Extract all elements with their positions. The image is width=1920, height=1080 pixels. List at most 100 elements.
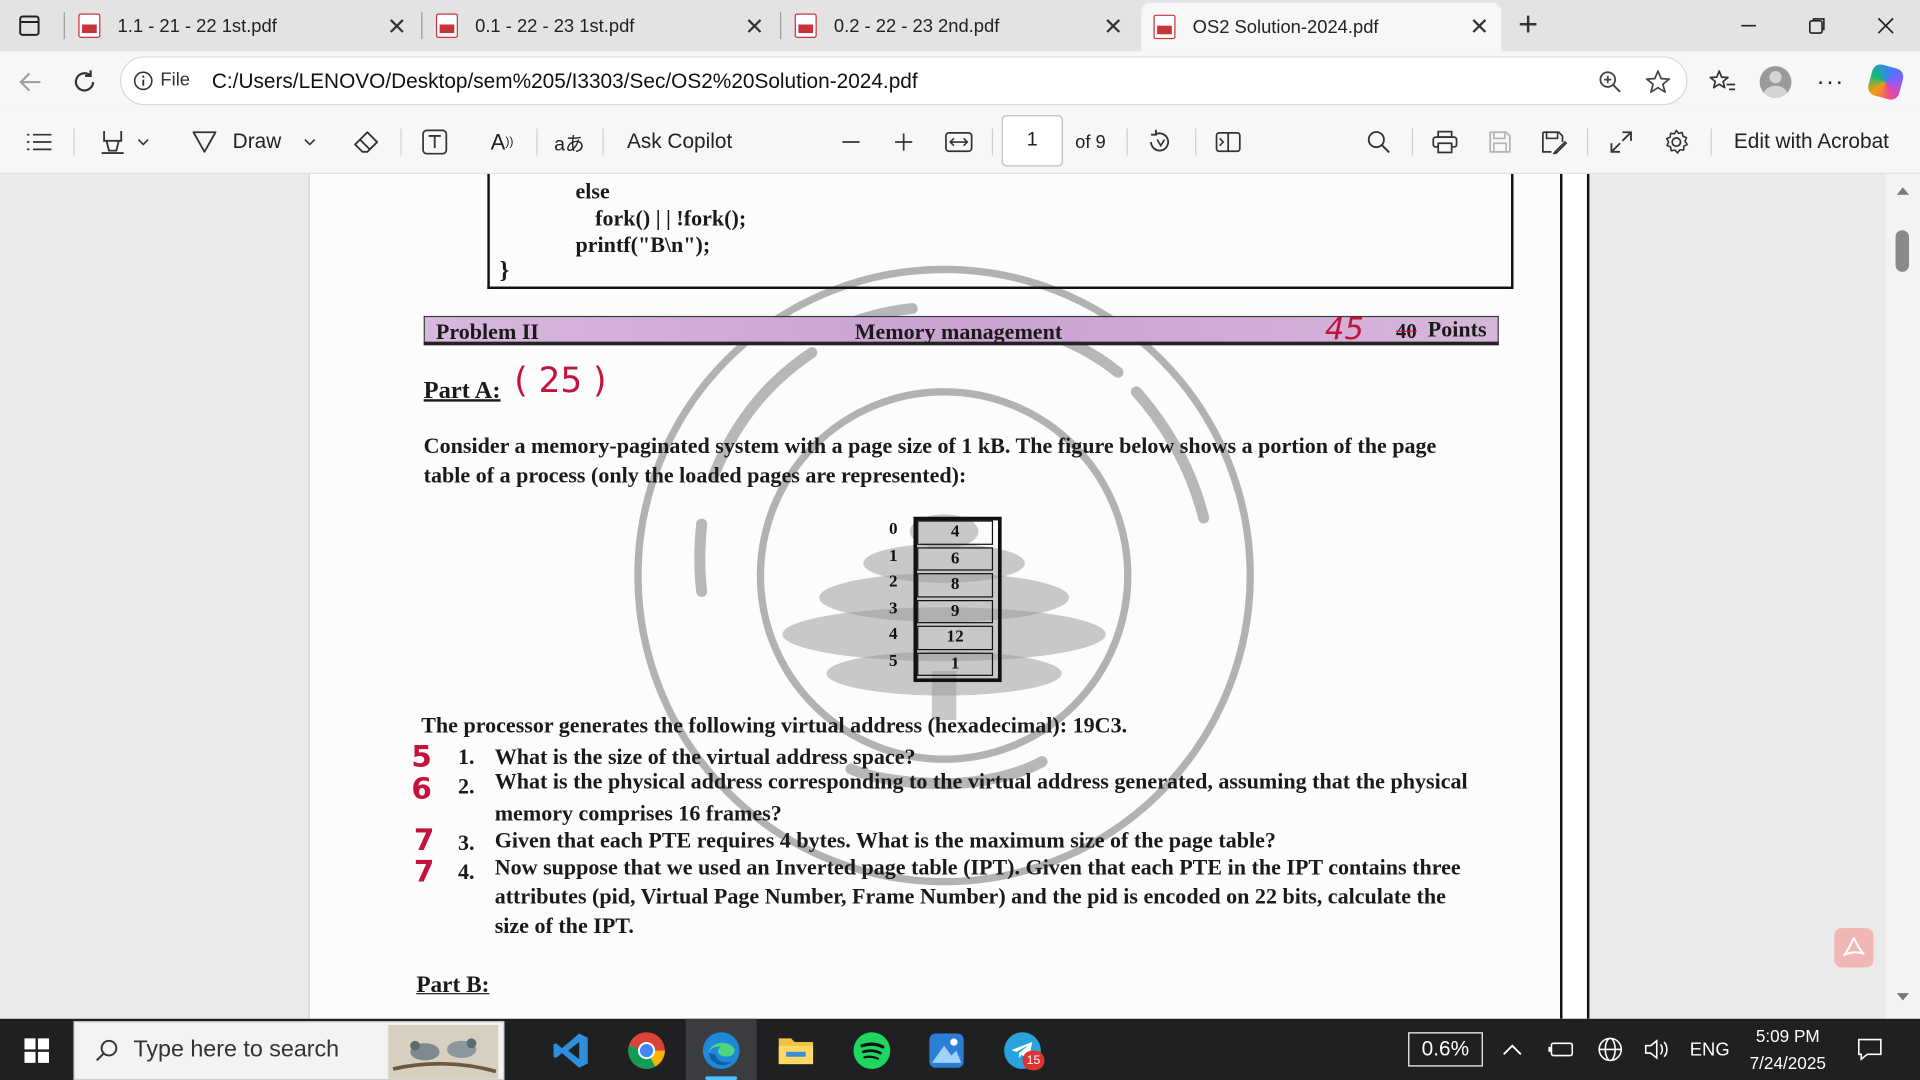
frame-cell: 12 [917,625,994,650]
full-screen-icon[interactable] [1605,125,1637,159]
toolbar-divider [1126,128,1128,156]
pdf-file-icon [794,13,817,38]
pdf-viewer[interactable]: else fork() | | !fork(); printf("B\n"); … [0,173,1920,1019]
address-bar[interactable]: File C:/Users/LENOVO/Desktop/sem%205/I33… [120,56,1688,106]
favorite-star-icon[interactable] [1645,69,1672,96]
scroll-down-arrow-icon[interactable] [1896,992,1911,1002]
pdf-file-icon [78,13,101,38]
question-text: What is the physical address correspondi… [494,768,1468,794]
vscode-icon[interactable] [549,1029,593,1073]
avatar [1759,66,1792,98]
network-globe-icon[interactable] [1597,1019,1624,1080]
url-text[interactable]: C:/Users/LENOVO/Desktop/sem%205/I3303/Se… [212,70,918,94]
edge-icon[interactable] [699,1029,743,1073]
tab-active[interactable]: OS2 Solution-2024.pdf ✕ [1141,2,1502,52]
battery-icon[interactable] [1548,1019,1575,1080]
page-view-icon[interactable] [1212,125,1244,159]
find-icon[interactable] [1363,125,1395,159]
notifications-icon[interactable] [1856,1019,1883,1080]
points-label: Points [1427,317,1487,342]
close-window-button[interactable] [1851,0,1920,51]
page-number-input[interactable]: 1 [1001,115,1063,167]
read-aloud-icon[interactable]: A)) [487,125,516,159]
frame-cell: 6 [917,546,994,571]
favorites-icon[interactable] [1705,64,1742,101]
more-options-icon[interactable]: ··· [1812,64,1849,101]
copilot-icon[interactable] [1866,62,1906,102]
highlight-button[interactable] [91,125,160,159]
restore-button[interactable] [1783,0,1852,51]
processor-text: The processor generates the following vi… [421,712,1073,738]
site-info[interactable]: File [133,70,190,91]
language-indicator[interactable]: ENG [1690,1019,1730,1080]
edit-with-acrobat-button[interactable]: Edit with Acrobat [1734,125,1889,159]
handwritten-q1-score: 5 [411,739,432,774]
text-box-icon[interactable] [419,125,451,159]
scrollbar-thumb[interactable] [1895,230,1909,272]
tab-3[interactable]: 0.2 - 22 - 23 2nd.pdf ✕ [780,0,1135,51]
taskbar-search-box[interactable]: Type here to search [73,1021,505,1080]
minimize-button[interactable] [1714,0,1783,51]
close-tab-icon[interactable]: ✕ [1103,13,1122,41]
draw-button[interactable]: Draw [191,125,326,159]
new-tab-button[interactable]: + [1513,5,1542,44]
clock[interactable]: 5:09 PM 7/24/2025 [1744,1019,1832,1080]
scheme-label: File [160,69,191,91]
chevron-down-icon [303,139,315,146]
close-tab-icon[interactable]: ✕ [387,13,406,41]
translate-icon[interactable]: aあ [553,125,585,159]
vertical-scrollbar[interactable] [1885,173,1920,1019]
page-index: 5 [888,652,898,671]
tab-2[interactable]: 0.1 - 22 - 23 1st.pdf ✕ [421,0,777,51]
draw-icon [192,131,217,153]
rotate-icon[interactable] [1144,125,1176,159]
close-tab-icon[interactable]: ✕ [1469,13,1488,41]
close-tab-icon[interactable]: ✕ [745,13,764,41]
ask-copilot-button[interactable]: Ask Copilot [627,125,732,159]
show-hidden-icons-chevron-icon[interactable] [1501,1019,1523,1080]
tab-actions-icon[interactable] [10,10,49,42]
info-icon [133,70,153,90]
toolbar-divider [991,128,994,156]
print-icon[interactable] [1429,125,1461,159]
photos-icon[interactable] [924,1029,968,1073]
back-button[interactable] [12,64,49,101]
fit-to-width-icon[interactable] [943,125,975,159]
zoom-out-icon[interactable] [838,125,865,159]
settings-gear-icon[interactable] [1660,125,1692,159]
highlighter-icon [101,131,124,154]
contents-list-icon[interactable] [24,125,53,159]
frame-cell: 4 [917,520,994,545]
processor-line: The processor generates the following vi… [421,713,1127,739]
file-explorer-icon[interactable] [774,1029,818,1073]
scroll-up-arrow-icon[interactable] [1896,186,1911,196]
search-highlight-birds-image [388,1024,499,1079]
eraser-icon[interactable] [350,125,382,159]
tab-title: 0.2 - 22 - 23 2nd.pdf [833,15,1000,37]
refresh-button[interactable] [66,64,103,101]
zoom-in-icon[interactable] [890,125,917,159]
tab-separator [780,12,782,40]
acrobat-icon[interactable] [1834,928,1874,968]
chrome-icon[interactable] [624,1029,668,1073]
tab-1[interactable]: 1.1 - 21 - 22 1st.pdf ✕ [63,0,419,51]
save-icon[interactable] [1484,125,1516,159]
page-index: 4 [888,625,898,645]
code-line: printf("B\n"); [575,232,711,258]
question-number: 4. [457,859,475,885]
profile-avatar[interactable] [1757,64,1794,101]
pdf-file-icon [1153,14,1176,40]
search-placeholder: Type here to search [133,1037,340,1063]
tab-title: OS2 Solution-2024.pdf [1192,16,1379,38]
volume-icon[interactable] [1643,1019,1672,1080]
question-text: Given that each PTE requires 4 bytes. Wh… [494,827,1276,853]
frame-cell: 1 [917,652,994,676]
zoom-icon[interactable] [1597,69,1624,96]
save-as-icon[interactable] [1538,125,1570,159]
telegram-icon[interactable]: 15 [1000,1029,1045,1073]
windows-start-icon[interactable] [15,1029,59,1073]
part-a-heading: Part A: [423,377,501,405]
toolbar-divider [1411,128,1414,156]
cpu-widget[interactable]: 0.6% [1408,1019,1483,1080]
spotify-icon[interactable] [850,1029,894,1073]
